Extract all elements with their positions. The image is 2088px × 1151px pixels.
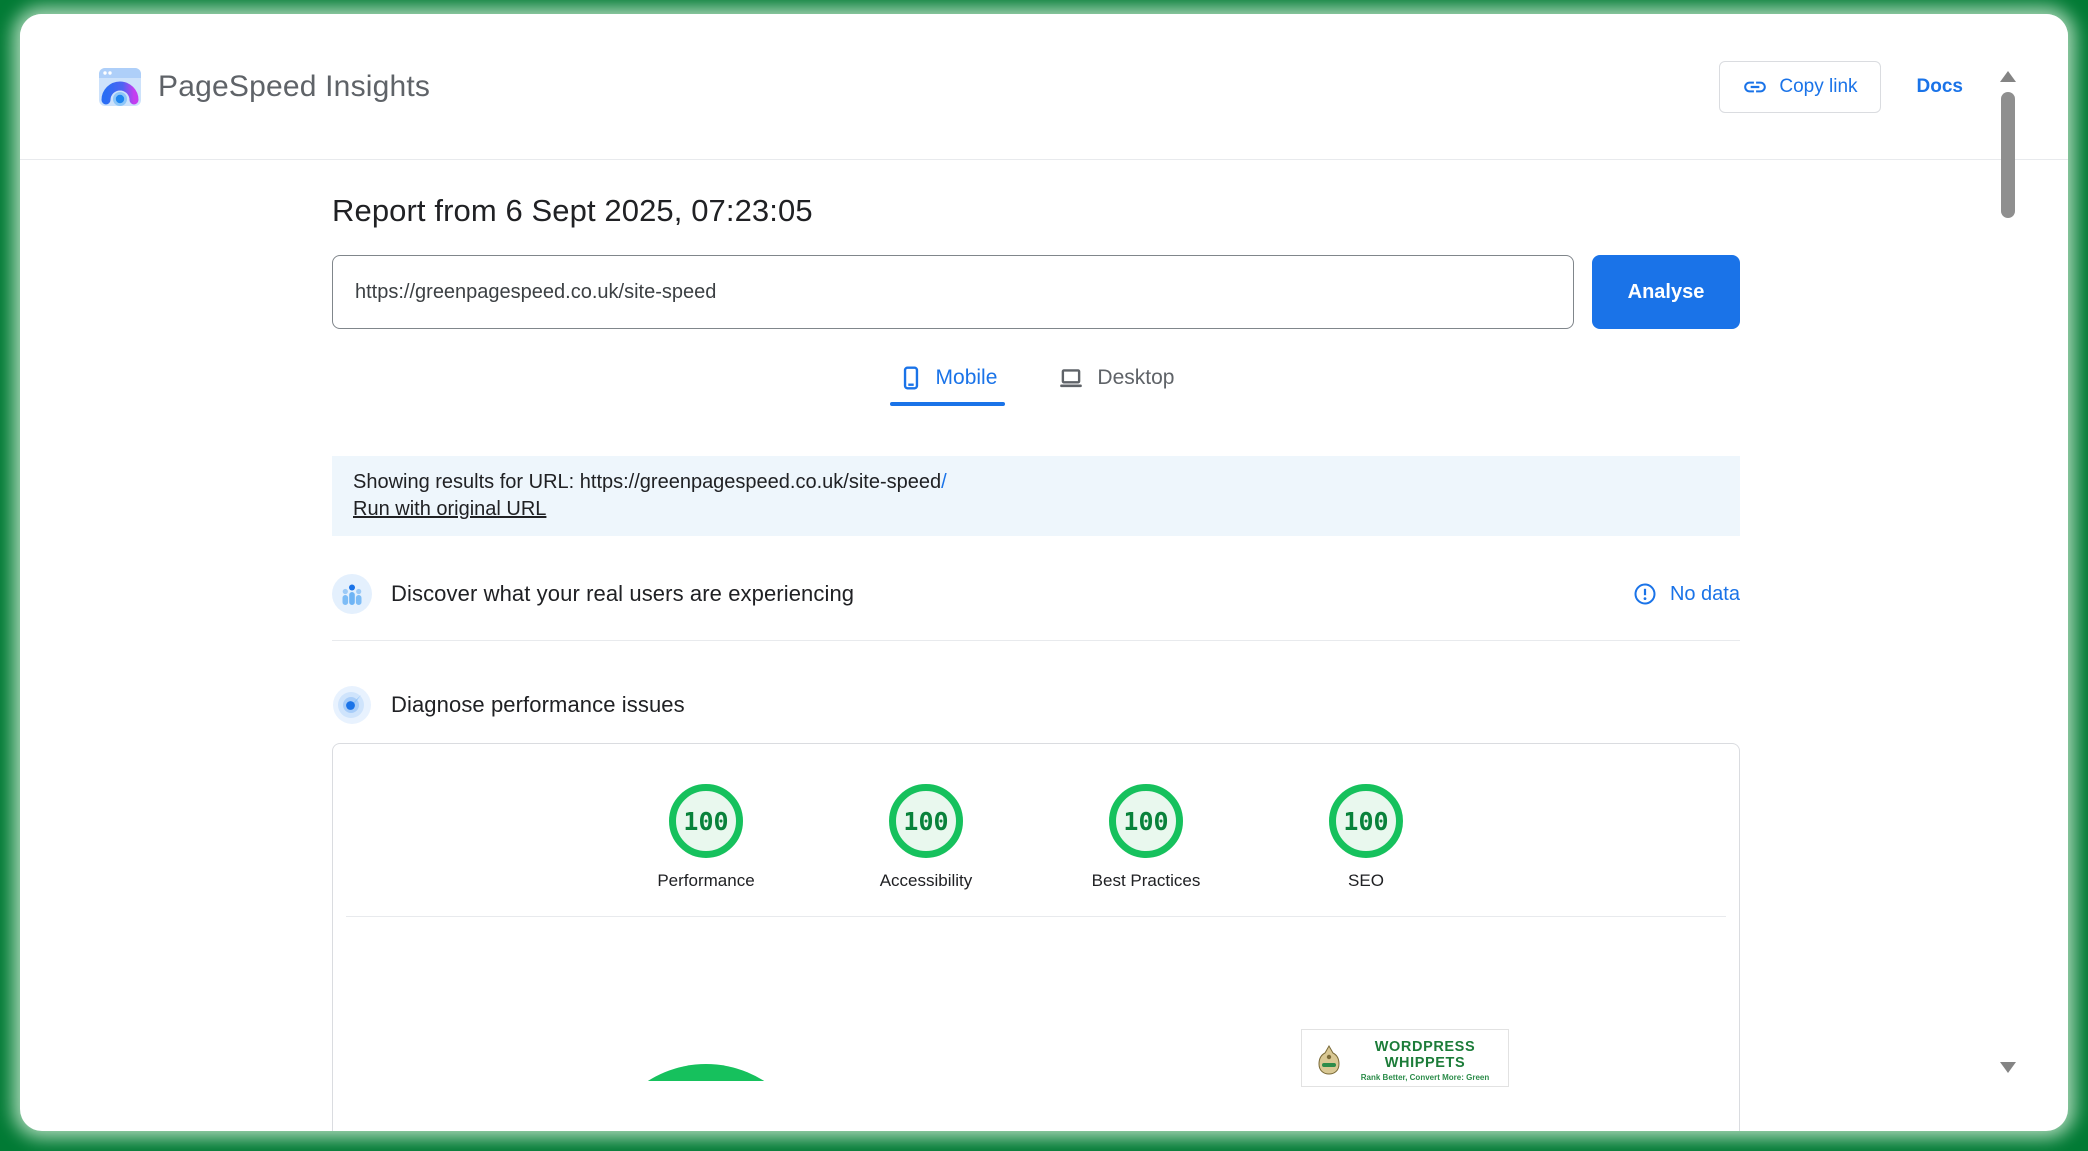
site-name-line1: WORDPRESS bbox=[1374, 1039, 1476, 1055]
seo-label: SEO bbox=[1348, 871, 1384, 890]
scrollbar-thumb[interactable] bbox=[2001, 92, 2015, 218]
card-divider bbox=[346, 916, 1726, 917]
page-scrollbar bbox=[2000, 14, 2016, 1131]
url-input[interactable] bbox=[332, 255, 1574, 329]
performance-label: Performance bbox=[657, 871, 755, 890]
analyze-form: Analyse bbox=[332, 255, 1740, 329]
accessibility-score: 100 bbox=[889, 784, 963, 858]
results-banner: Showing results for URL: https://greenpa… bbox=[332, 456, 1740, 536]
lab-data-title: Diagnose performance issues bbox=[391, 692, 685, 717]
score-gauges: 100 Performance 100 Accessibility 100 Be… bbox=[333, 744, 1739, 891]
desktop-icon bbox=[1060, 369, 1083, 388]
tab-mobile[interactable]: Mobile bbox=[889, 365, 1006, 406]
gauge-performance[interactable]: 100 Performance bbox=[646, 784, 766, 891]
site-logo-icon bbox=[1318, 1044, 1340, 1075]
no-data-label: No data bbox=[1669, 582, 1740, 605]
gauge-accessibility[interactable]: 100 Accessibility bbox=[866, 784, 986, 891]
device-tabs: Mobile Desktop bbox=[332, 365, 1740, 406]
section-divider bbox=[332, 640, 1740, 641]
field-data-section: Discover what your real users are experi… bbox=[332, 574, 1740, 614]
seo-score: 100 bbox=[1329, 784, 1403, 858]
app-title: PageSpeed Insights bbox=[158, 69, 431, 103]
tab-desktop[interactable]: Desktop bbox=[1057, 365, 1174, 406]
diagnose-icon bbox=[333, 686, 371, 724]
docs-link[interactable]: Docs bbox=[1917, 76, 1963, 98]
main-content: Report from 6 Sept 2025, 07:23:05 Analys… bbox=[332, 161, 1740, 1131]
mobile-icon bbox=[903, 366, 918, 390]
trailing-slash: / bbox=[941, 471, 947, 493]
best-practices-label: Best Practices bbox=[1091, 871, 1201, 890]
copy-link-button[interactable]: Copy link bbox=[1719, 60, 1881, 113]
report-heading: Report from 6 Sept 2025, 07:23:05 bbox=[332, 193, 813, 228]
site-name-line2: WHIPPETS bbox=[1384, 1055, 1466, 1071]
analyse-button[interactable]: Analyse bbox=[1592, 255, 1740, 329]
page-screenshot-thumbnail: WORDPRESS WHIPPETS Rank Better, Convert … bbox=[1301, 1029, 1509, 1087]
link-icon bbox=[1744, 81, 1767, 92]
score-card: 100 Performance 100 Accessibility 100 Be… bbox=[332, 743, 1740, 1131]
gauge-best-practices[interactable]: 100 Best Practices bbox=[1086, 784, 1206, 891]
lab-data-section: Diagnose performance issues bbox=[332, 685, 1740, 725]
site-title-block: WORDPRESS WHIPPETS Rank Better, Convert … bbox=[1350, 1039, 1500, 1086]
tab-desktop-label: Desktop bbox=[1097, 366, 1175, 389]
pagespeed-logo-icon bbox=[99, 67, 141, 106]
big-performance-gauge-top bbox=[598, 1064, 814, 1081]
tab-mobile-label: Mobile bbox=[935, 366, 998, 389]
header-actions: Copy link Docs bbox=[1719, 60, 1963, 113]
best-practices-score: 100 bbox=[1109, 784, 1183, 858]
pagespeed-window: PageSpeed Insights Copy link Docs Report… bbox=[20, 14, 2068, 1131]
results-banner-message: Showing results for URL: https://greenpa… bbox=[353, 471, 947, 493]
scroll-down-icon[interactable] bbox=[2000, 1062, 2016, 1073]
copy-link-label: Copy link bbox=[1779, 75, 1858, 97]
app-header: PageSpeed Insights Copy link Docs bbox=[20, 14, 2068, 160]
real-users-icon bbox=[332, 574, 372, 614]
performance-score: 100 bbox=[669, 784, 743, 858]
accessibility-label: Accessibility bbox=[879, 871, 973, 890]
field-data-status[interactable]: No data bbox=[1633, 582, 1740, 606]
run-with-original-url-link[interactable]: Run with original URL bbox=[353, 498, 546, 520]
field-data-title: Discover what your real users are experi… bbox=[391, 581, 855, 606]
info-icon bbox=[1634, 583, 1656, 605]
site-tagline: Rank Better, Convert More: Green bbox=[1360, 1073, 1490, 1082]
scroll-up-icon[interactable] bbox=[2000, 71, 2016, 82]
gauge-seo[interactable]: 100 SEO bbox=[1306, 784, 1426, 891]
